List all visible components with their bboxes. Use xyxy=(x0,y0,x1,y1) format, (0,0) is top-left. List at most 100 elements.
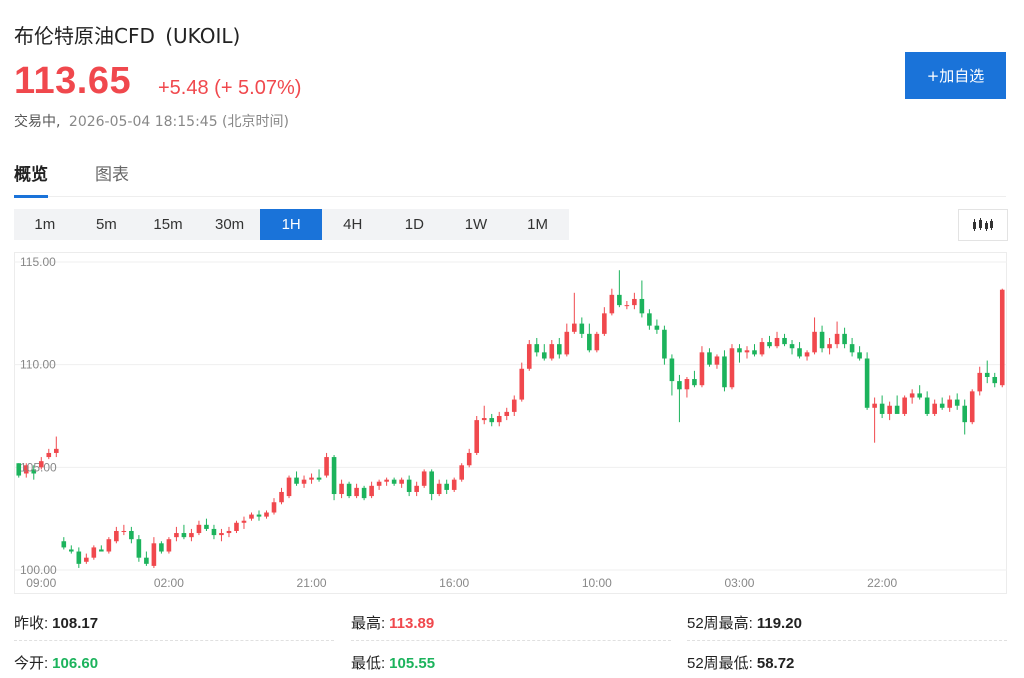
stat-value: 108.17 xyxy=(52,615,99,632)
candle-body xyxy=(902,397,907,414)
candle-body xyxy=(617,294,622,306)
candle-body xyxy=(354,487,359,497)
candle-body xyxy=(887,405,892,414)
candle-body xyxy=(309,477,314,480)
candle-body xyxy=(992,376,998,384)
candle-body xyxy=(632,298,637,306)
candle-body xyxy=(534,344,540,353)
stat-label: 今开: xyxy=(14,655,49,672)
candle-body xyxy=(647,313,652,326)
candle-body xyxy=(129,530,134,540)
main-tabs: 概览 图表 xyxy=(14,158,1006,198)
candle-body xyxy=(639,298,645,314)
interval-5m[interactable]: 5m xyxy=(76,209,138,240)
candle-body xyxy=(159,543,164,552)
stat-label: 最低: xyxy=(351,655,386,672)
candle-body xyxy=(834,333,840,345)
candle-body xyxy=(812,331,817,353)
x-tick-label: 16:00 xyxy=(439,576,469,590)
candle-body xyxy=(819,331,825,349)
stat-label: 52周最高: xyxy=(687,615,753,632)
candle-body xyxy=(894,405,900,414)
candle-body xyxy=(189,533,194,538)
candle-body xyxy=(962,405,968,423)
candle-body xyxy=(984,372,990,377)
candle-body xyxy=(556,344,562,355)
candle-body xyxy=(662,329,667,359)
candle-body xyxy=(391,479,397,484)
candle-body xyxy=(421,471,427,486)
add-watchlist-button[interactable]: +加自选 xyxy=(905,52,1006,99)
interval-30m[interactable]: 30m xyxy=(199,209,261,240)
candle-body xyxy=(331,457,337,495)
candle-body xyxy=(909,393,915,398)
candle-body xyxy=(669,358,675,382)
interval-1h[interactable]: 1H xyxy=(260,209,322,240)
candle-body xyxy=(827,344,832,349)
candle-body xyxy=(264,512,269,517)
candle-body xyxy=(707,352,712,365)
candle-body xyxy=(144,557,149,564)
instrument-symbol: (UKOIL) xyxy=(165,24,241,48)
interval-1mo[interactable]: 1M xyxy=(507,209,569,240)
chart-type-button[interactable] xyxy=(958,209,1008,241)
interval-4h[interactable]: 4H xyxy=(322,209,384,240)
interval-1w[interactable]: 1W xyxy=(445,209,507,240)
candle-body xyxy=(977,372,983,392)
candle-body xyxy=(466,452,472,466)
candle-body xyxy=(99,549,104,552)
candle-body xyxy=(879,403,885,414)
candle-body xyxy=(849,344,855,353)
stat-value: 106.60 xyxy=(52,655,99,672)
candle-body xyxy=(241,520,247,523)
y-tick-label: 105.00 xyxy=(20,460,57,474)
tab-overview[interactable]: 概览 xyxy=(14,160,48,198)
x-tick-label: 02:00 xyxy=(154,576,184,590)
candle-body xyxy=(677,381,682,390)
x-tick-label: 10:00 xyxy=(582,576,612,590)
candle-body xyxy=(579,323,585,334)
candle-body xyxy=(46,452,52,458)
candle-body xyxy=(286,477,292,497)
candle-body xyxy=(954,399,960,406)
candle-body xyxy=(872,403,877,408)
interval-1m[interactable]: 1m xyxy=(14,209,76,240)
candle-body xyxy=(53,448,59,453)
chart-frame xyxy=(14,252,1007,594)
interval-15m[interactable]: 15m xyxy=(137,209,199,240)
x-tick-label: 09:00 xyxy=(26,576,56,590)
stat-label: 昨收: xyxy=(14,615,49,632)
candle-body xyxy=(436,483,442,495)
interval-1d[interactable]: 1D xyxy=(384,209,446,240)
stat-value: 119.20 xyxy=(756,615,802,632)
status-label: 交易中, xyxy=(14,114,61,130)
candle-body xyxy=(181,533,187,538)
candle-body xyxy=(271,502,277,513)
candle-body xyxy=(459,465,465,480)
candle-body xyxy=(301,479,307,484)
stat-high: 最高: 113.89 xyxy=(351,612,434,633)
price-chart[interactable]: 100.00 105.00 110.00 115.00 09:00 02:00 21:00 1… xyxy=(14,252,1024,594)
candle-body xyxy=(804,352,810,357)
candle-body xyxy=(917,393,922,398)
candle-body xyxy=(692,379,697,386)
candle-body xyxy=(166,539,172,552)
candle-body xyxy=(737,348,742,353)
candle-body xyxy=(564,331,570,355)
candle-body xyxy=(587,333,592,351)
candle-body xyxy=(774,337,780,347)
tab-chart[interactable]: 图表 xyxy=(95,160,129,195)
price-change: +5.48 (+ 5.07%) xyxy=(158,77,302,99)
candle-body xyxy=(932,403,937,414)
divider xyxy=(687,640,1007,641)
candle-body xyxy=(196,524,202,534)
candle-body xyxy=(609,294,615,314)
candle-body xyxy=(489,418,495,423)
candle-body xyxy=(759,342,765,355)
stat-label: 最高: xyxy=(351,615,386,632)
candle-body xyxy=(219,533,224,536)
candle-body xyxy=(204,524,209,529)
candle-body xyxy=(256,514,262,517)
interval-selector: 1m 5m 15m 30m 1H 4H 1D 1W 1M xyxy=(14,209,569,240)
candle-body xyxy=(69,549,74,552)
